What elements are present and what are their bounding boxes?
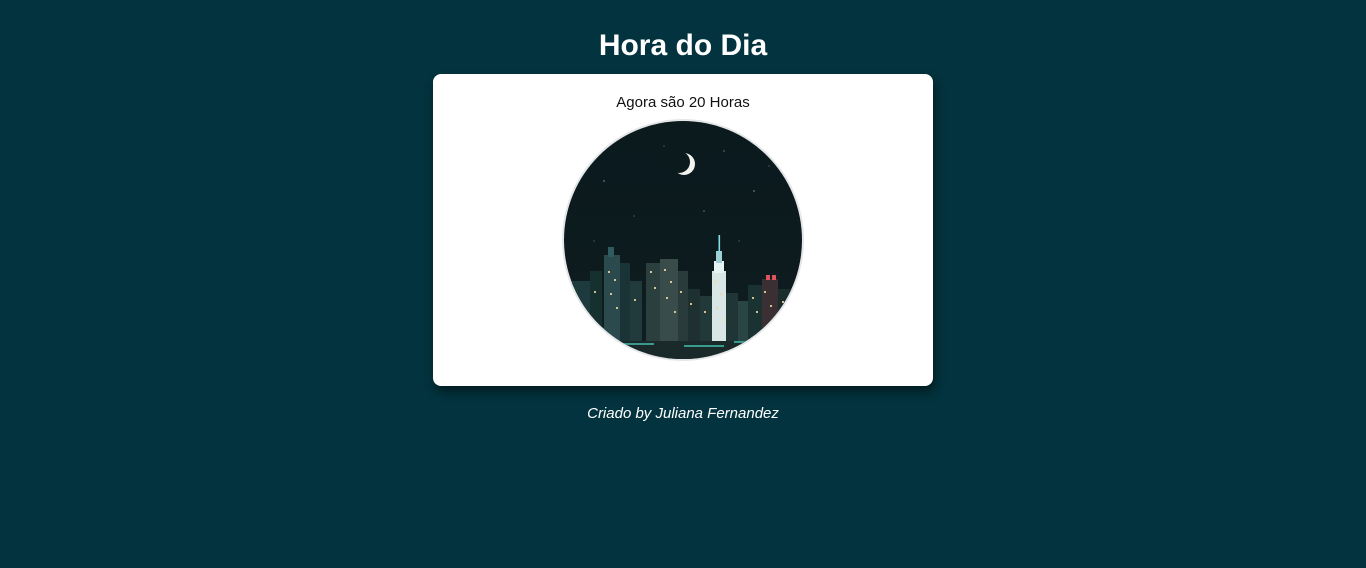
night-city-image bbox=[564, 121, 802, 359]
page: Hora do Dia Agora são 20 Horas Criado by… bbox=[0, 0, 1366, 568]
time-message: Agora são 20 Horas bbox=[616, 94, 750, 111]
time-card: Agora são 20 Horas bbox=[433, 74, 933, 386]
page-title: Hora do Dia bbox=[598, 29, 768, 62]
footer-credit: Criado by Juliana Fernandez bbox=[587, 405, 779, 422]
night-city-illustration bbox=[564, 121, 802, 359]
